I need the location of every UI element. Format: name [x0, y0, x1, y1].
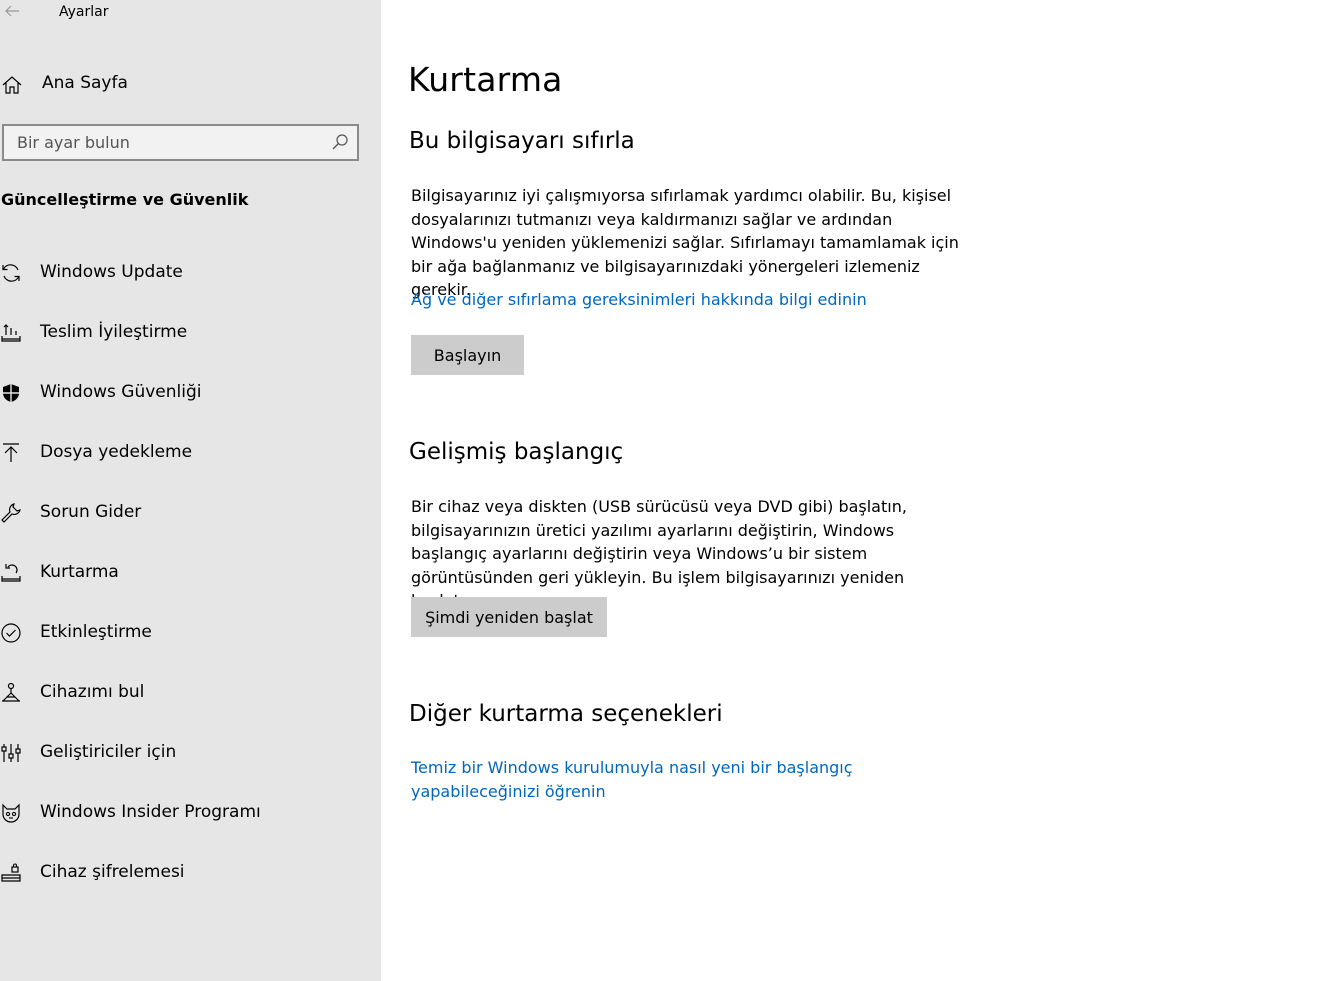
- clean-install-link[interactable]: Temiz bir Windows kurulumuyla nasıl yeni…: [411, 756, 971, 804]
- sidebar-item-label: Cihaz şifrelemesi: [40, 862, 185, 882]
- sidebar-item-label: Windows Insider Programı: [40, 802, 261, 822]
- restart-now-button[interactable]: Şimdi yeniden başlat: [411, 597, 607, 637]
- sidebar-item-windows-update[interactable]: Windows Update: [0, 243, 381, 303]
- sidebar-section-title: Güncelleştirme ve Güvenlik: [1, 190, 249, 209]
- sidebar-item-label: Teslim İyileştirme: [40, 322, 188, 342]
- page-title: Kurtarma: [408, 60, 563, 99]
- developer-sliders-icon: [0, 742, 22, 764]
- search-icon[interactable]: [331, 133, 349, 151]
- sidebar: Ayarlar Ana Sayfa Güncelleştirme ve Güve…: [0, 0, 381, 981]
- sidebar-item-label: Windows Güvenliği: [40, 382, 202, 402]
- search-box[interactable]: [2, 124, 359, 161]
- get-started-button[interactable]: Başlayın: [411, 335, 524, 375]
- sidebar-item-backup[interactable]: Dosya yedekleme: [0, 423, 381, 483]
- sidebar-item-find-my-device[interactable]: Cihazımı bul: [0, 663, 381, 723]
- sidebar-nav: Windows Update Teslim İyileştirme Window…: [0, 243, 381, 903]
- sidebar-item-windows-insider[interactable]: Windows Insider Programı: [0, 783, 381, 843]
- sidebar-item-label: Etkinleştirme: [40, 622, 152, 642]
- insider-cat-icon: [0, 802, 22, 824]
- sidebar-item-label: Geliştiriciler için: [40, 742, 177, 762]
- app-title: Ayarlar: [59, 4, 109, 20]
- advanced-startup-heading: Gelişmiş başlangıç: [409, 439, 624, 465]
- sidebar-item-for-developers[interactable]: Geliştiriciler için: [0, 723, 381, 783]
- back-button[interactable]: [3, 2, 21, 20]
- sidebar-item-label: Cihazımı bul: [40, 682, 145, 702]
- sync-icon: [0, 262, 22, 284]
- settings-window: Ayarlar Ana Sayfa Güncelleştirme ve Güve…: [0, 0, 1320, 981]
- drive-encryption-icon: [0, 862, 22, 884]
- title-bar: Ayarlar: [0, 0, 381, 26]
- check-circle-icon: [0, 622, 22, 644]
- shield-icon: [0, 382, 22, 404]
- reset-requirements-link[interactable]: Ağ ve diğer sıfırlama gereksinimleri hak…: [411, 288, 867, 312]
- sidebar-item-recovery[interactable]: Kurtarma: [0, 543, 381, 603]
- sidebar-item-label: Ana Sayfa: [42, 73, 128, 93]
- search-input[interactable]: [4, 126, 324, 159]
- advanced-startup-description: Bir cihaz veya diskten (USB sürücüsü vey…: [411, 497, 907, 610]
- home-icon: [1, 74, 23, 96]
- reset-heading: Bu bilgisayarı sıfırla: [409, 128, 635, 154]
- delivery-optimization-icon: [0, 322, 22, 344]
- recovery-icon: [0, 562, 22, 584]
- sidebar-item-label: Sorun Gider: [40, 502, 142, 522]
- sidebar-item-label: Dosya yedekleme: [40, 442, 193, 462]
- sidebar-item-windows-security[interactable]: Windows Güvenliği: [0, 363, 381, 423]
- other-recovery-heading: Diğer kurtarma seçenekleri: [409, 701, 723, 727]
- reset-description: Bilgisayarınız iyi çalışmıyorsa sıfırlam…: [411, 186, 959, 299]
- wrench-icon: [0, 502, 22, 524]
- sidebar-item-device-encryption[interactable]: Cihaz şifrelemesi: [0, 843, 381, 903]
- sidebar-item-label: Kurtarma: [40, 562, 119, 582]
- sidebar-item-home[interactable]: Ana Sayfa: [0, 66, 381, 102]
- main-content: Kurtarma Bu bilgisayarı sıfırla Bilgisay…: [381, 0, 1320, 981]
- arrow-left-icon: [3, 2, 21, 20]
- sidebar-item-activation[interactable]: Etkinleştirme: [0, 603, 381, 663]
- sidebar-item-label: Windows Update: [40, 262, 183, 282]
- sidebar-item-troubleshoot[interactable]: Sorun Gider: [0, 483, 381, 543]
- backup-upload-icon: [0, 442, 22, 464]
- find-device-icon: [0, 682, 22, 704]
- sidebar-item-delivery-optimization[interactable]: Teslim İyileştirme: [0, 303, 381, 363]
